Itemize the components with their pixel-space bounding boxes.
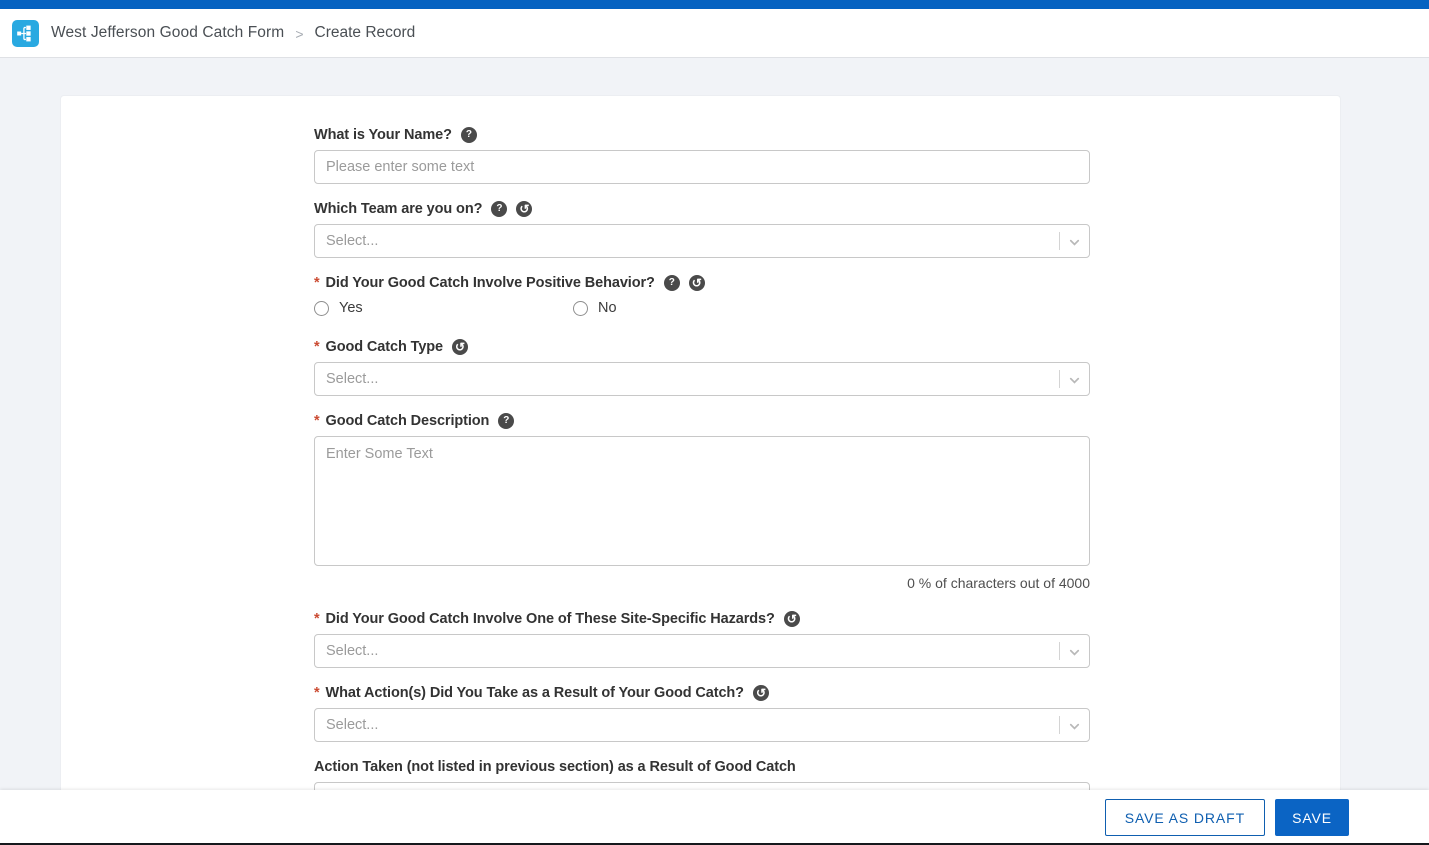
field-label: What is Your Name? ? (314, 126, 1090, 144)
field-label-text: Action Taken (not listed in previous sec… (314, 758, 796, 776)
team-select[interactable]: Select... (314, 224, 1090, 258)
top-accent-bar (0, 0, 1429, 9)
radio-option-no[interactable]: No (573, 300, 832, 316)
form-card: What is Your Name? ? Which Team are you … (60, 95, 1341, 845)
name-input[interactable] (314, 150, 1090, 184)
chevron-down-icon (1067, 373, 1082, 388)
good-catch-type-select[interactable]: Select... (314, 362, 1090, 396)
actions-select[interactable]: Select... (314, 708, 1090, 742)
required-marker: * (314, 684, 320, 702)
field-label: * What Action(s) Did You Take as a Resul… (314, 684, 1090, 702)
field-actions-taken: * What Action(s) Did You Take as a Resul… (314, 684, 1090, 742)
required-marker: * (314, 274, 320, 292)
field-site-specific-hazards: * Did Your Good Catch Involve One of The… (314, 610, 1090, 668)
form-content: What is Your Name? ? Which Team are you … (314, 96, 1090, 816)
history-icon[interactable]: ↺ (753, 685, 769, 701)
history-icon[interactable]: ↺ (689, 275, 705, 291)
field-label-text: What is Your Name? (314, 126, 452, 144)
field-good-catch-description: * Good Catch Description ? 0 % of charac… (314, 412, 1090, 592)
select-placeholder: Select... (326, 643, 378, 659)
header-bar: West Jefferson Good Catch Form > Create … (0, 9, 1429, 58)
field-label: Action Taken (not listed in previous sec… (314, 758, 1090, 776)
breadcrumb-form-name[interactable]: West Jefferson Good Catch Form (51, 24, 284, 42)
character-counter: 0 % of characters out of 4000 (314, 574, 1090, 592)
select-placeholder: Select... (326, 233, 378, 249)
chevron-down-icon (1067, 235, 1082, 250)
help-icon[interactable]: ? (664, 275, 680, 291)
chevron-down-icon (1067, 719, 1082, 734)
history-icon[interactable]: ↺ (452, 339, 468, 355)
field-which-team: Which Team are you on? ? ↺ Select... (314, 200, 1090, 258)
save-as-draft-button[interactable]: SAVE AS DRAFT (1105, 799, 1265, 836)
required-marker: * (314, 412, 320, 430)
field-label: Which Team are you on? ? ↺ (314, 200, 1090, 218)
field-label-text: Good Catch Type (326, 338, 443, 356)
hazards-select[interactable]: Select... (314, 634, 1090, 668)
field-label-text: Did Your Good Catch Involve Positive Beh… (326, 274, 655, 292)
radio-circle (314, 301, 329, 316)
select-divider (1059, 716, 1060, 734)
breadcrumb-separator-icon: > (295, 26, 303, 42)
history-icon[interactable]: ↺ (516, 201, 532, 217)
select-divider (1059, 642, 1060, 660)
history-icon[interactable]: ↺ (784, 611, 800, 627)
field-label: * Did Your Good Catch Involve Positive B… (314, 274, 1090, 292)
select-divider (1059, 370, 1060, 388)
field-positive-behavior: * Did Your Good Catch Involve Positive B… (314, 274, 1090, 316)
required-marker: * (314, 610, 320, 628)
field-label-text: Good Catch Description (326, 412, 490, 430)
field-label-text: Which Team are you on? (314, 200, 482, 218)
select-placeholder: Select... (326, 371, 378, 387)
field-label-text: Did Your Good Catch Involve One of These… (326, 610, 775, 628)
radio-circle (573, 301, 588, 316)
footer-action-bar: SAVE AS DRAFT SAVE (0, 790, 1429, 845)
required-marker: * (314, 338, 320, 356)
radio-label: Yes (339, 300, 363, 316)
field-label: * Did Your Good Catch Involve One of The… (314, 610, 1090, 628)
breadcrumb-current-page: Create Record (315, 24, 416, 42)
field-label: * Good Catch Description ? (314, 412, 1090, 430)
description-textarea[interactable] (314, 436, 1090, 566)
form-app-icon (12, 20, 39, 47)
tree-diagram-glyph (16, 24, 35, 43)
chevron-down-icon (1067, 645, 1082, 660)
help-icon[interactable]: ? (461, 127, 477, 143)
radio-group: Yes No (314, 300, 1090, 316)
radio-option-yes[interactable]: Yes (314, 300, 573, 316)
field-label-text: What Action(s) Did You Take as a Result … (326, 684, 744, 702)
field-good-catch-type: * Good Catch Type ↺ Select... (314, 338, 1090, 396)
radio-label: No (598, 300, 617, 316)
help-icon[interactable]: ? (498, 413, 514, 429)
save-button[interactable]: SAVE (1275, 799, 1349, 836)
field-label: * Good Catch Type ↺ (314, 338, 1090, 356)
help-icon[interactable]: ? (491, 201, 507, 217)
select-divider (1059, 232, 1060, 250)
field-what-is-your-name: What is Your Name? ? (314, 126, 1090, 184)
select-placeholder: Select... (326, 717, 378, 733)
